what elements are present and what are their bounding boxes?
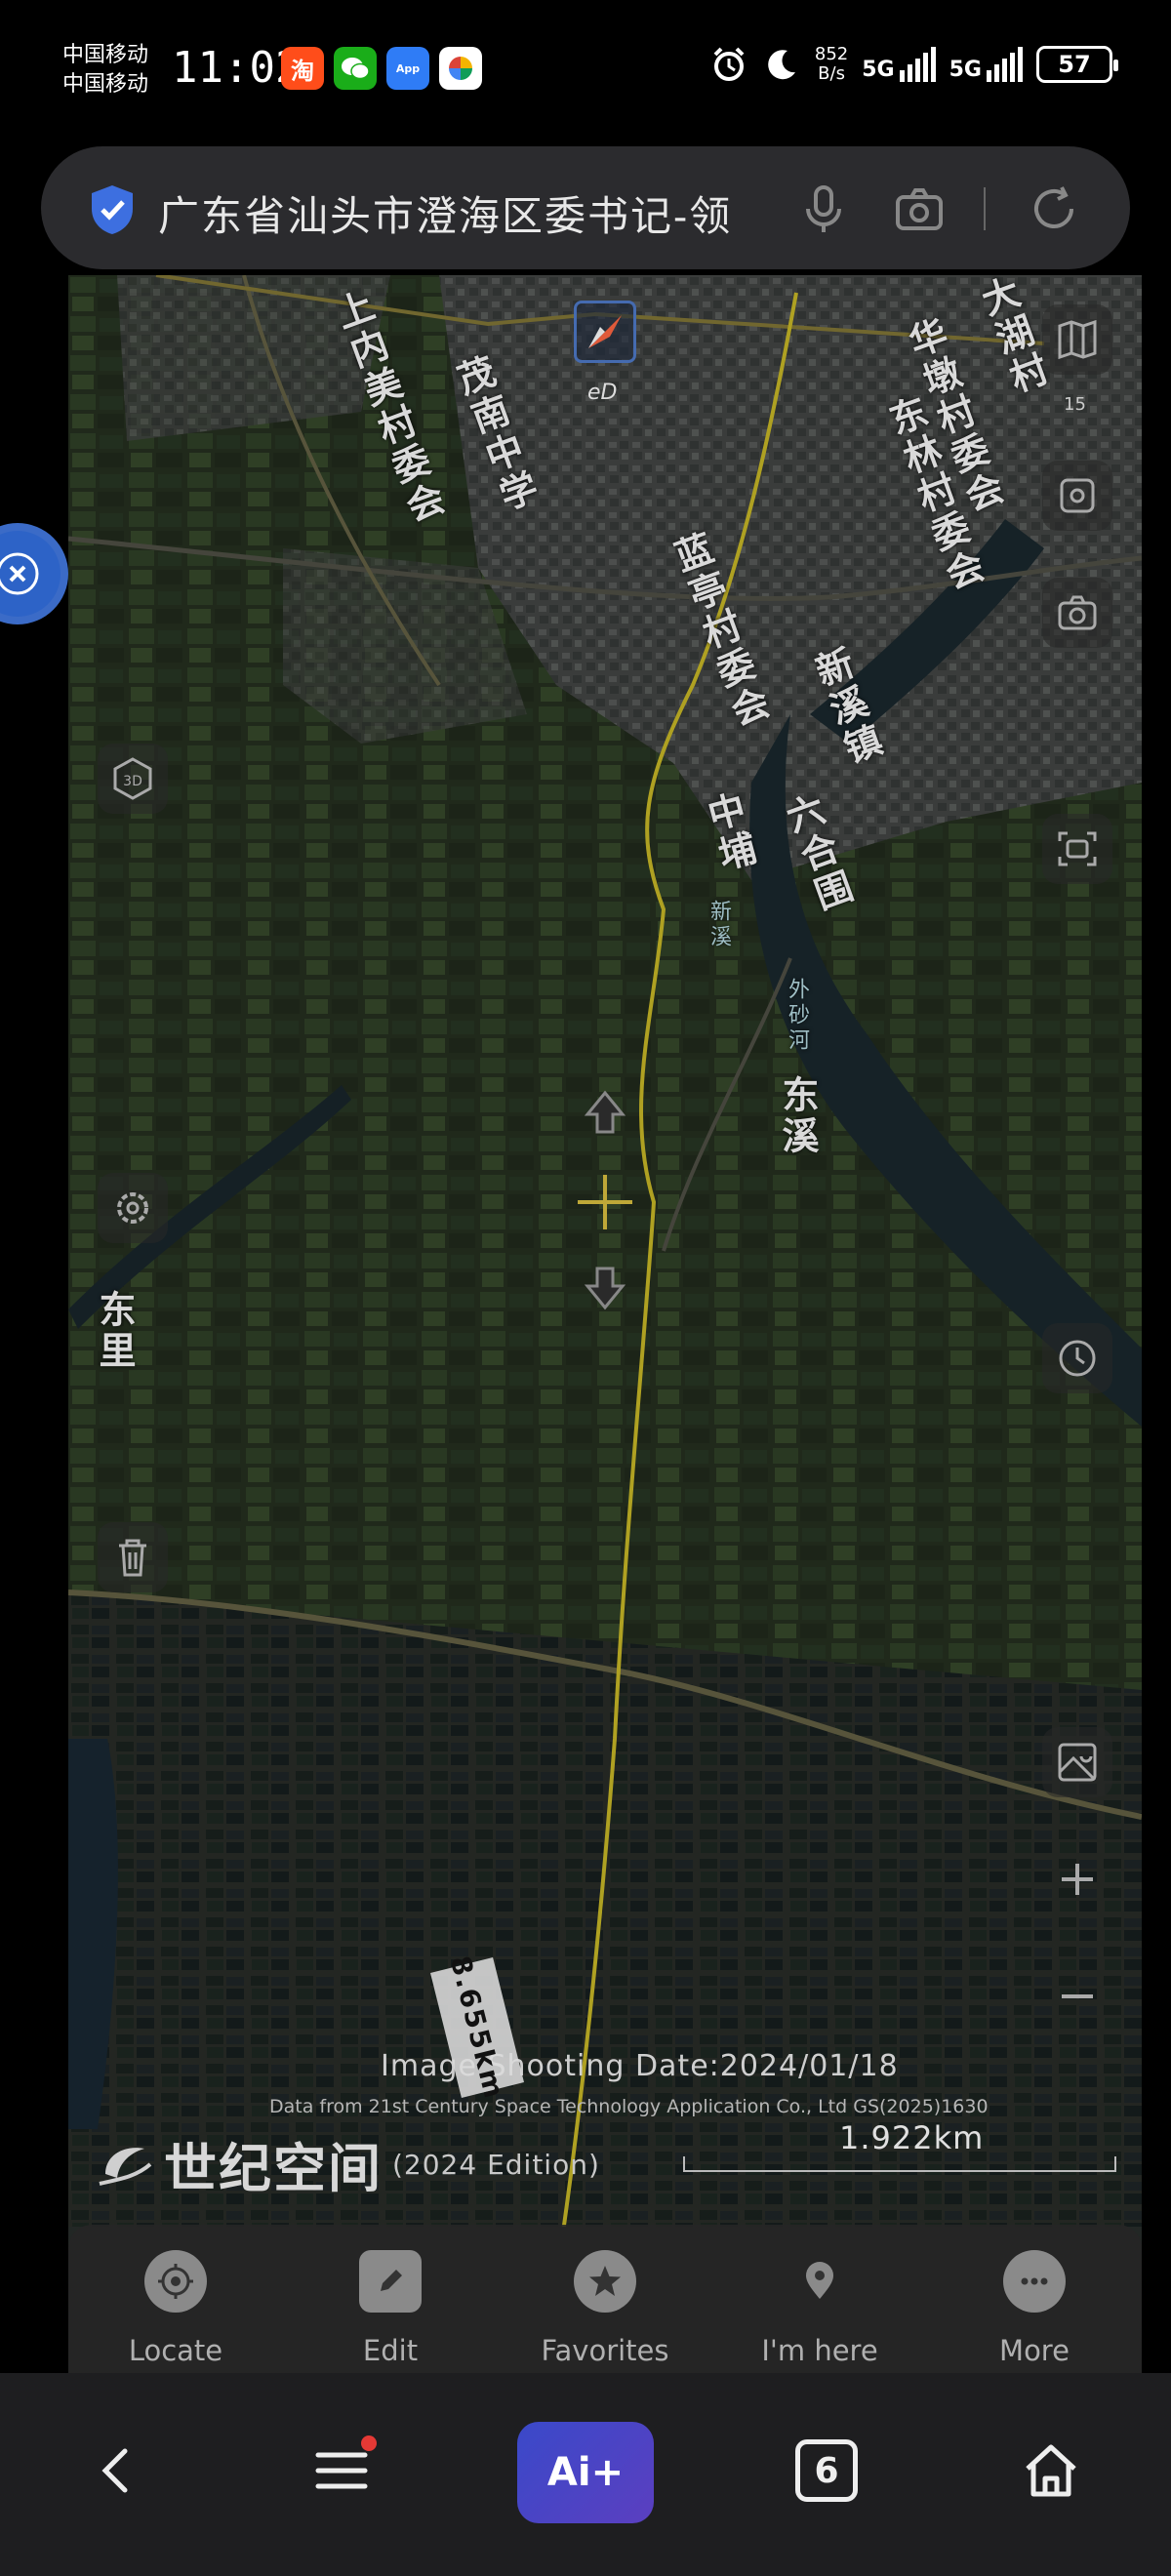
locate-button[interactable]: Locate [88,2225,263,2373]
home-button[interactable] [1002,2422,1100,2519]
ai-button[interactable]: Ai+ [517,2422,654,2523]
taobao-icon: 淘 [281,47,324,90]
menu-button[interactable] [293,2422,390,2519]
provider-logo: 世纪空间 [96,2125,383,2202]
data-credit: Data from 21st Century Space Technology … [269,2096,989,2117]
tab-count: 6 [795,2439,858,2502]
favorites-button[interactable]: Favorites [517,2225,693,2373]
zoom-level: 15 [1064,394,1086,415]
search-query[interactable]: 广东省汕头市澄海区委书记-领 [158,183,792,243]
camera-icon[interactable] [1042,578,1112,648]
map-label-xinxi: 新溪 [707,900,731,950]
moon-icon [768,50,795,80]
compass-label: eD [587,381,618,405]
edition-label: (2024 Edition) [392,2149,600,2181]
crosshair-icon [578,1175,632,1229]
collapse-button[interactable] [0,523,68,624]
more-icon [1003,2250,1066,2313]
notification-dot [361,2435,377,2451]
scale-bar [683,2156,1116,2172]
map-label-dongxi: 东溪 [776,1075,820,1157]
tabs-button[interactable]: 6 [778,2422,875,2519]
im-here-button[interactable]: I'm here [732,2225,908,2373]
screenshot-icon[interactable] [1042,461,1112,531]
satellite-map[interactable]: 上内美村委会 茂南中学 东林村委会 蓝亭村委会 新溪镇 华墩村委会 中埔 东溪 … [68,275,1142,2373]
pinwheel-icon [439,47,482,90]
map-filter-icon[interactable] [1042,1727,1112,1797]
history-icon[interactable] [1042,1323,1112,1393]
shield-icon [92,185,133,234]
map-toolbar: Locate Edit Favorites I'm here More [68,2225,1142,2373]
capture-icon[interactable] [1042,814,1112,884]
microphone-icon[interactable] [796,181,851,236]
status-indicators: 852 B/s 5G 5G 57 [709,44,1118,84]
map-label-dongli: 东里 [93,1290,137,1372]
map-label-waisha-river: 外砂河 [785,978,809,1054]
home-icon [1026,2444,1076,2497]
carrier-2: 中国移动 [62,72,149,97]
provider-logo-icon [99,2147,152,2186]
battery-indicator: 57 [1036,46,1118,83]
star-icon [574,2250,636,2313]
browser-nav-bar: Ai+ 6 [0,2373,1171,2576]
zoom-out-icon[interactable] [1042,1961,1112,2032]
refresh-icon[interactable] [1027,181,1081,236]
svg-text:3D: 3D [123,774,142,789]
app-market-icon: App [386,47,429,90]
back-button[interactable] [68,2422,166,2519]
pin-icon [788,2250,851,2313]
arrow-up-icon[interactable] [578,1085,632,1140]
zoom-in-icon[interactable] [1042,1844,1112,1914]
locate-icon [144,2250,207,2313]
camera-icon[interactable] [892,181,947,236]
edit-button[interactable]: Edit [303,2225,478,2373]
signal-2: 5G [949,47,1023,82]
compass-icon[interactable] [574,301,636,363]
map-layers-icon[interactable] [1042,304,1112,375]
address-bar[interactable]: 广东省汕头市澄海区委书记-领 [41,146,1130,269]
divider [984,187,986,230]
notification-icons: 淘 App [281,47,482,90]
menu-icon [315,2452,368,2489]
delete-icon[interactable] [98,1522,168,1592]
back-arrow-icon [101,2448,128,2493]
settings-icon[interactable] [98,1173,168,1243]
net-speed: 852 B/s [814,44,849,84]
carrier-1: 中国移动 [62,43,149,67]
3d-icon[interactable]: 3D [98,744,168,814]
carrier-names: 中国移动 中国移动 [62,41,148,100]
alarm-icon [713,47,745,81]
arrow-down-icon[interactable] [578,1261,632,1315]
status-bar: 中国移动 中国移动 11:02 淘 App 852 B/s 5G 5G 57 [0,0,1171,141]
scale-label: 1.922km [839,2119,985,2156]
wechat-icon [334,47,377,90]
more-button[interactable]: More [947,2225,1122,2373]
signal-1: 5G [862,47,936,82]
close-icon [0,552,39,595]
edit-icon [359,2250,422,2313]
